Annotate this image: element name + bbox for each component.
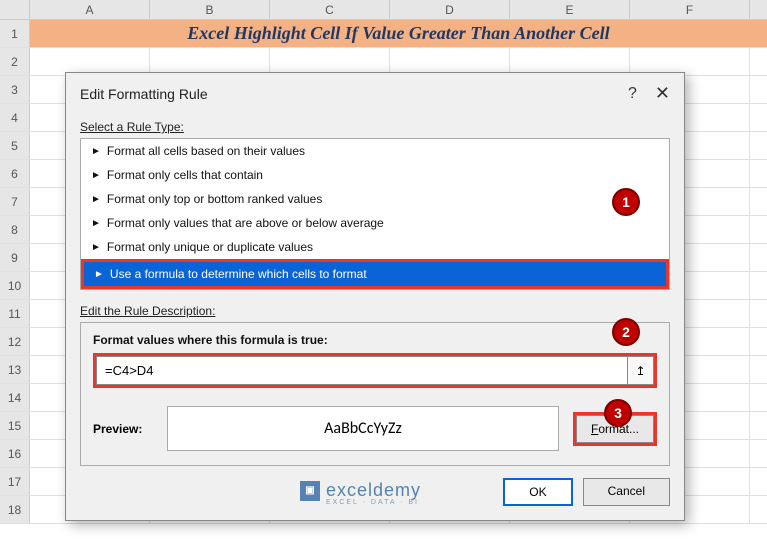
row-header[interactable]: 10 <box>0 272 30 299</box>
row-header[interactable]: 4 <box>0 104 30 131</box>
rule-description-box: Format values where this formula is true… <box>80 322 670 466</box>
ok-button[interactable]: OK <box>503 478 572 506</box>
formula-input-highlight: ↥ <box>93 353 657 388</box>
collapse-icon: ↥ <box>635 364 645 378</box>
cell[interactable] <box>390 48 510 75</box>
preview-label: Preview: <box>93 422 153 436</box>
formula-input[interactable] <box>96 356 628 385</box>
row-header[interactable]: 17 <box>0 468 30 495</box>
title-row: 1 Excel Highlight Cell If Value Greater … <box>0 20 767 48</box>
cell[interactable] <box>30 48 150 75</box>
col-header[interactable]: D <box>390 0 510 19</box>
callout-3: 3 <box>604 399 632 427</box>
row-header[interactable]: 11 <box>0 300 30 327</box>
edit-rule-description-label: Edit the Rule Description: <box>80 304 670 318</box>
rule-label: Format only cells that contain <box>107 168 263 182</box>
bullet-icon: ► <box>91 194 101 205</box>
rule-type-item-formula[interactable]: ► Use a formula to determine which cells … <box>84 262 666 286</box>
cancel-button[interactable]: Cancel <box>583 478 670 506</box>
row-header[interactable]: 7 <box>0 188 30 215</box>
range-selector-button[interactable]: ↥ <box>628 356 654 385</box>
rule-label: Format only unique or duplicate values <box>107 240 313 254</box>
rule-type-item[interactable]: ► Format only unique or duplicate values <box>81 235 669 259</box>
row-header[interactable]: 8 <box>0 216 30 243</box>
title-cell[interactable]: Excel Highlight Cell If Value Greater Th… <box>30 20 767 47</box>
bullet-icon: ► <box>91 146 101 157</box>
bullet-icon: ► <box>91 170 101 181</box>
rule-type-item[interactable]: ► Format all cells based on their values <box>81 139 669 163</box>
row-header[interactable]: 9 <box>0 244 30 271</box>
row-header[interactable]: 2 <box>0 48 30 75</box>
rule-type-item[interactable]: ► Format only cells that contain <box>81 163 669 187</box>
row-header[interactable]: 15 <box>0 412 30 439</box>
cell[interactable] <box>630 48 750 75</box>
rule-label: Format all cells based on their values <box>107 144 305 158</box>
bullet-icon: ► <box>91 242 101 253</box>
dialog-title: Edit Formatting Rule <box>80 86 208 102</box>
select-all-corner[interactable] <box>0 0 30 19</box>
col-header[interactable]: E <box>510 0 630 19</box>
rule-type-list: ►Format all cells based on their values … <box>80 138 670 290</box>
rule-label: Use a formula to determine which cells t… <box>110 267 367 281</box>
watermark-name: exceldemy <box>326 480 421 501</box>
col-header[interactable]: B <box>150 0 270 19</box>
col-header[interactable]: F <box>630 0 750 19</box>
row-header[interactable]: 5 <box>0 132 30 159</box>
row-header[interactable]: 12 <box>0 328 30 355</box>
watermark: ▣ exceldemy EXCEL · DATA · BI <box>300 480 421 506</box>
page-title: Excel Highlight Cell If Value Greater Th… <box>187 23 609 44</box>
rule-label: Format only values that are above or bel… <box>107 216 384 230</box>
callout-1: 1 <box>612 188 640 216</box>
row-header[interactable]: 6 <box>0 160 30 187</box>
col-header[interactable]: A <box>30 0 150 19</box>
row-header[interactable]: 16 <box>0 440 30 467</box>
rule-label: Format only top or bottom ranked values <box>107 192 322 206</box>
callout-2: 2 <box>612 318 640 346</box>
bullet-icon: ► <box>91 218 101 229</box>
cell[interactable] <box>150 48 270 75</box>
col-header[interactable]: C <box>270 0 390 19</box>
format-values-label: Format values where this formula is true… <box>93 333 657 347</box>
edit-formatting-rule-dialog: Edit Formatting Rule ? ✕ Select a Rule T… <box>65 72 685 521</box>
rule-type-item[interactable]: ► Format only top or bottom ranked values <box>81 187 669 211</box>
row-header[interactable]: 18 <box>0 496 30 523</box>
rule-type-item[interactable]: ► Format only values that are above or be… <box>81 211 669 235</box>
row-header[interactable]: 1 <box>0 20 30 47</box>
cell[interactable] <box>510 48 630 75</box>
row-header[interactable]: 13 <box>0 356 30 383</box>
watermark-icon: ▣ <box>300 481 320 501</box>
watermark-sub: EXCEL · DATA · BI <box>326 499 421 506</box>
help-button[interactable]: ? <box>628 85 637 103</box>
column-headers: A B C D E F <box>0 0 767 20</box>
close-button[interactable]: ✕ <box>655 83 670 104</box>
select-rule-type-label: Select a Rule Type: <box>80 120 670 134</box>
dialog-titlebar[interactable]: Edit Formatting Rule ? ✕ <box>66 73 684 114</box>
cell[interactable] <box>270 48 390 75</box>
bullet-icon: ► <box>94 269 104 280</box>
row-header[interactable]: 14 <box>0 384 30 411</box>
row-header[interactable]: 3 <box>0 76 30 103</box>
preview-box: AaBbCcYyZz <box>167 406 559 451</box>
